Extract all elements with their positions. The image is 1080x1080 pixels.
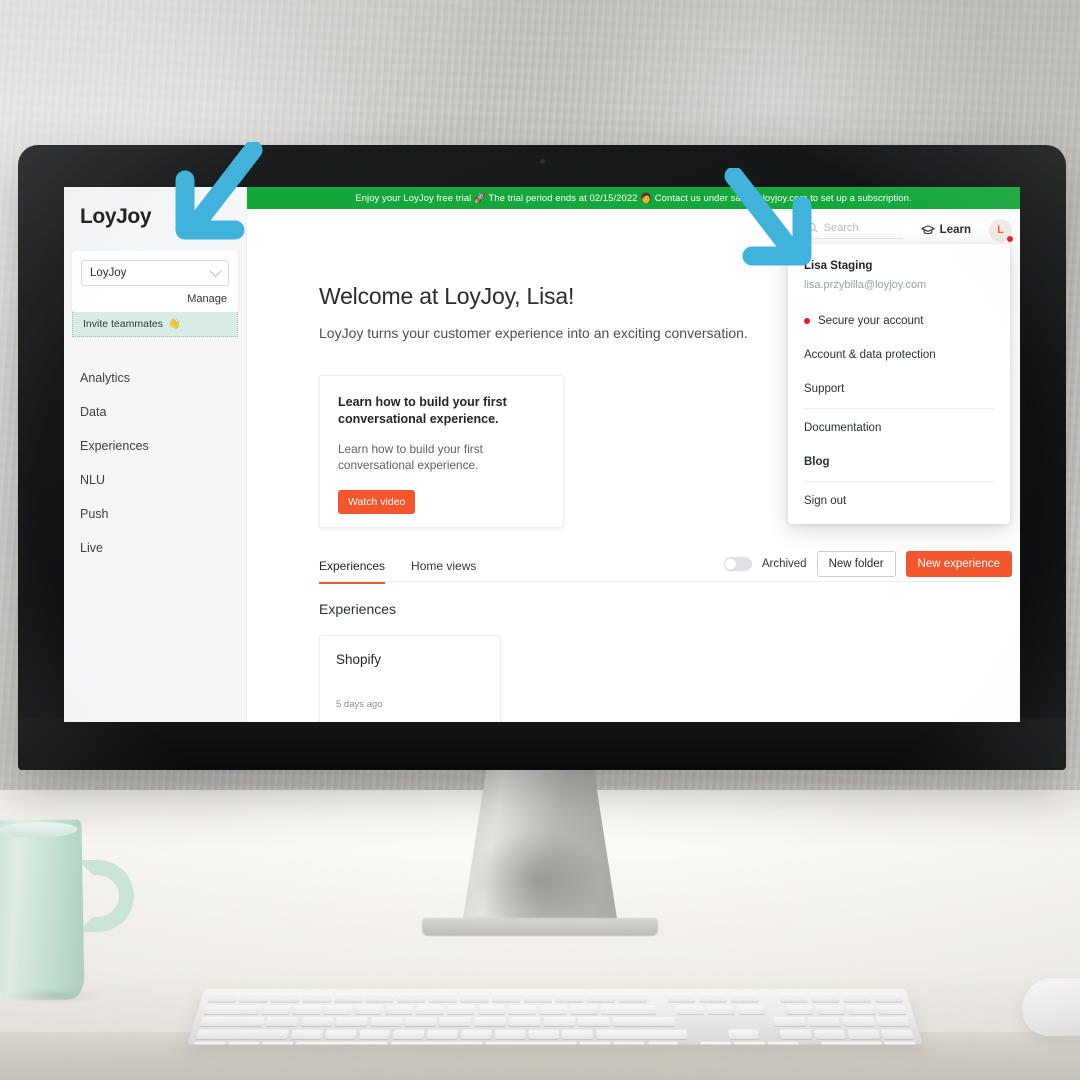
list-toolbar: Archived New folder New experience <box>723 551 1012 577</box>
keyboard-row <box>192 1041 918 1045</box>
menu-item-blog[interactable]: Blog <box>788 445 1010 479</box>
menu-item-support[interactable]: Support <box>788 372 1010 406</box>
avatar-initial: L <box>997 224 1004 236</box>
graduation-cap-icon <box>920 225 935 235</box>
invite-teammates-label: Invite teammates <box>83 318 163 330</box>
screen: LoyJoy LoyJoy Manage Invite teammates 👋 … <box>64 187 1020 722</box>
keyboard-row <box>207 993 903 1002</box>
annotation-arrow-left <box>175 142 263 240</box>
sidebar-item-live[interactable]: Live <box>64 531 246 565</box>
learn-button[interactable]: Learn <box>920 224 971 236</box>
webcam-icon <box>539 159 545 164</box>
mouse <box>1022 978 1080 1036</box>
menu-item-label: Account & data protection <box>804 349 936 361</box>
keyboard-row <box>203 1004 907 1014</box>
menu-divider <box>804 408 994 409</box>
avatar[interactable]: L <box>989 218 1013 242</box>
menu-item-account-data-protection[interactable]: Account & data protection <box>788 338 1010 372</box>
menu-item-secure-your-account[interactable]: Secure your account <box>788 304 1010 338</box>
workspace-select-value: LoyJoy <box>90 267 127 279</box>
chevron-down-icon <box>209 263 222 277</box>
search-placeholder: Search <box>823 221 859 234</box>
page-subtitle: LoyJoy turns your customer experience in… <box>319 325 748 341</box>
sidebar-item-push[interactable]: Push <box>64 497 246 531</box>
coffee-mug <box>0 819 85 1001</box>
menu-divider <box>804 481 994 482</box>
monitor-neck <box>462 765 618 925</box>
watch-video-button[interactable]: Watch video <box>338 490 416 514</box>
page-title: Welcome at LoyJoy, Lisa! <box>319 283 575 309</box>
sidebar-nav: Analytics Data Experiences NLU Push Live <box>64 361 246 565</box>
toggle-knob <box>725 558 737 570</box>
alert-dot-icon <box>804 318 810 324</box>
menu-item-documentation[interactable]: Documentation <box>788 411 1010 445</box>
menu-item-label: Documentation <box>804 422 882 434</box>
learn-label: Learn <box>939 224 971 236</box>
learn-card-title: Learn how to build your first conversati… <box>338 395 507 427</box>
menu-item-sign-out[interactable]: Sign out <box>788 484 1010 518</box>
menu-item-label: Blog <box>804 456 830 468</box>
waving-hand-icon: 👋 <box>167 318 181 330</box>
trial-banner: Enjoy your LoyJoy free trial 🚀 The trial… <box>247 187 1020 209</box>
menu-item-label: Secure your account <box>818 315 924 327</box>
experience-meta: 5 days ago <box>336 699 383 710</box>
workspace-card: LoyJoy Manage <box>72 251 238 312</box>
user-menu: Lisa Staging lisa.przybilla@loyjoy.com S… <box>788 244 1010 524</box>
keyboard-row <box>196 1029 914 1039</box>
experience-card[interactable]: Shopify 5 days ago <box>319 635 501 722</box>
sidebar-item-analytics[interactable]: Analytics <box>64 361 246 395</box>
sidebar-item-nlu[interactable]: NLU <box>64 463 246 497</box>
topbar: Search Learn L <box>806 215 1013 245</box>
monitor-foot <box>422 918 658 936</box>
experience-name: Shopify <box>336 652 382 667</box>
section-title: Experiences <box>319 601 397 617</box>
new-folder-button[interactable]: New folder <box>816 551 896 577</box>
menu-item-label: Sign out <box>804 495 847 507</box>
invite-teammates-button[interactable]: Invite teammates 👋 <box>72 312 238 337</box>
mug-shadow <box>0 985 120 1007</box>
menu-item-label: Support <box>804 383 845 395</box>
sidebar-item-data[interactable]: Data <box>64 395 246 429</box>
archived-toggle[interactable] <box>723 557 752 571</box>
tab-divider <box>319 581 1002 582</box>
sidebar: LoyJoy LoyJoy Manage Invite teammates 👋 … <box>64 187 247 722</box>
learn-card-body: Learn how to build your first conversati… <box>338 441 483 473</box>
photo-scene: LoyJoy LoyJoy Manage Invite teammates 👋 … <box>0 0 1080 1080</box>
main-content: Enjoy your LoyJoy free trial 🚀 The trial… <box>247 187 1020 722</box>
archived-label: Archived <box>761 558 807 570</box>
notification-dot-icon <box>1007 235 1013 242</box>
learn-card: Learn how to build your first conversati… <box>319 375 564 528</box>
new-experience-button[interactable]: New experience <box>905 551 1012 577</box>
keyboard-row <box>199 1016 911 1026</box>
manage-link[interactable]: Manage <box>81 286 229 307</box>
annotation-arrow-right <box>724 168 812 266</box>
keyboard <box>187 988 923 1045</box>
monitor-chin <box>18 718 1066 770</box>
workspace-select[interactable]: LoyJoy <box>81 260 229 286</box>
sidebar-item-experiences[interactable]: Experiences <box>64 429 246 463</box>
